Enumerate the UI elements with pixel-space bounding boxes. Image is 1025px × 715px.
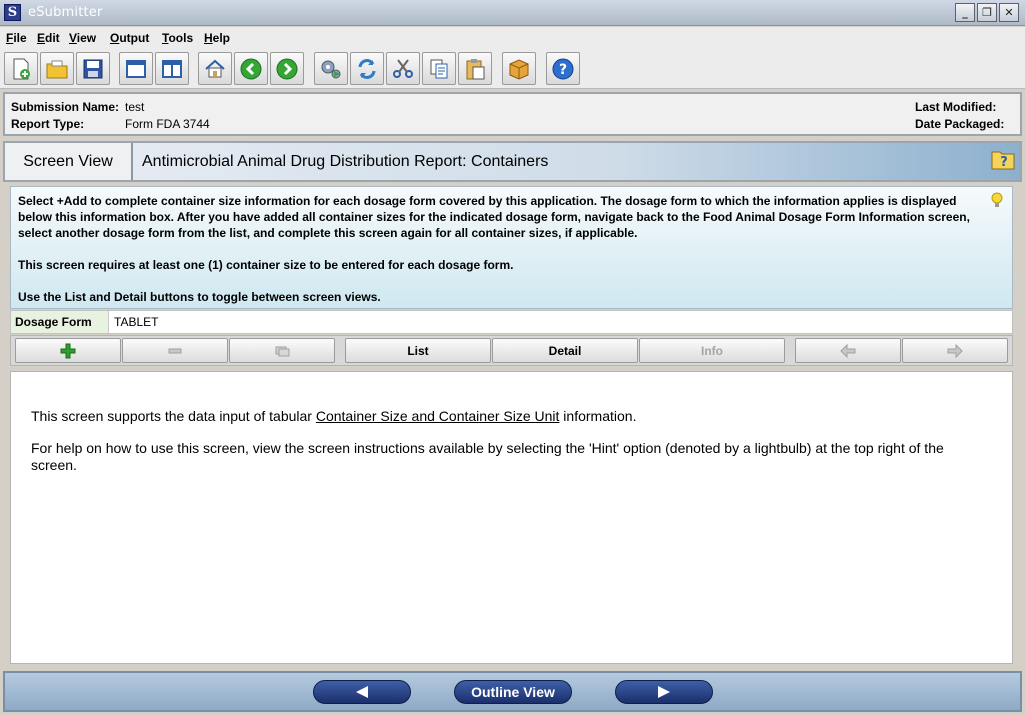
menu-output[interactable]: Output	[110, 31, 149, 45]
menu-file-rest: ile	[13, 31, 27, 45]
detail-button[interactable]: Detail	[492, 338, 638, 363]
help-icon: ?	[552, 58, 574, 79]
dosage-form-value: TABLET	[114, 315, 159, 329]
date-packaged-label: Date Packaged:	[915, 117, 1005, 131]
toolbar: ?	[0, 49, 1025, 89]
title-bar: S eSubmitter _ ❐ ✕	[0, 0, 1025, 26]
back-button[interactable]	[234, 52, 268, 85]
submission-name-label: Submission Name:	[11, 100, 120, 114]
open-folder-icon	[46, 60, 68, 78]
settings-gears-icon	[321, 60, 341, 78]
instructions-para-2: This screen requires at least one (1) co…	[18, 258, 514, 272]
back-arrow-icon	[240, 58, 262, 79]
submission-info: Submission Name: test Report Type: Form …	[3, 92, 1022, 136]
menu-help[interactable]: Help	[204, 31, 230, 45]
new-button[interactable]	[4, 52, 38, 85]
paste-icon	[466, 58, 485, 79]
close-button[interactable]: ✕	[999, 3, 1019, 22]
window-title: eSubmitter	[28, 5, 103, 20]
menu-file[interactable]: File	[6, 31, 27, 45]
hint-folder-icon[interactable]: ?	[990, 147, 1016, 171]
forward-button[interactable]	[270, 52, 304, 85]
content-line-1: This screen supports the data input of t…	[31, 408, 637, 424]
right-triangle-icon	[658, 686, 670, 698]
paste-button[interactable]	[458, 52, 492, 85]
menu-view[interactable]: View	[69, 31, 96, 45]
new-document-icon	[13, 58, 30, 79]
last-modified-label: Last Modified:	[915, 100, 997, 114]
save-button[interactable]	[76, 52, 110, 85]
forward-arrow-icon	[276, 58, 298, 79]
split-view-icon	[162, 59, 182, 78]
svg-text:?: ?	[1000, 155, 1008, 170]
report-type-value: Form FDA 3744	[125, 117, 210, 131]
split-view-button[interactable]	[155, 52, 189, 85]
right-arrow-icon	[947, 343, 963, 358]
screen-header: Screen View Antimicrobial Animal Drug Di…	[3, 141, 1022, 182]
instructions-para-1: Select +Add to complete container size i…	[18, 194, 970, 240]
plus-icon	[60, 343, 76, 358]
action-bar: List Detail Info	[10, 335, 1013, 366]
package-icon	[509, 58, 529, 80]
bottom-nav: Outline View	[3, 671, 1022, 712]
content-line-2: For help on how to use this screen, view…	[31, 440, 944, 473]
home-button[interactable]	[198, 52, 232, 85]
next-record-button[interactable]	[902, 338, 1008, 363]
container-size-link[interactable]: Container Size and Container Size Unit	[316, 408, 560, 424]
duplicate-button[interactable]	[229, 338, 335, 363]
info-button[interactable]: Info	[639, 338, 785, 363]
copy-icon	[430, 59, 448, 78]
svg-text:?: ?	[559, 62, 567, 78]
cut-icon	[393, 58, 413, 78]
screen-view-label: Screen View	[5, 143, 133, 180]
settings-button[interactable]	[314, 52, 348, 85]
next-screen-button[interactable]	[615, 680, 713, 704]
dosage-form-label: Dosage Form	[11, 311, 109, 333]
home-icon	[205, 59, 225, 77]
dosage-form-row: Dosage Form TABLET	[10, 310, 1013, 334]
app-icon: S	[4, 4, 21, 21]
window-button[interactable]	[119, 52, 153, 85]
refresh-icon	[358, 58, 376, 79]
left-triangle-icon	[356, 686, 368, 698]
submission-name-value: test	[125, 100, 145, 114]
refresh-button[interactable]	[350, 52, 384, 85]
minimize-button[interactable]: _	[955, 3, 975, 22]
copy-button[interactable]	[422, 52, 456, 85]
instructions-para-3: Use the List and Detail buttons to toggl…	[18, 290, 381, 304]
cut-button[interactable]	[386, 52, 420, 85]
menu-edit[interactable]: Edit	[37, 31, 60, 45]
lightbulb-icon[interactable]	[990, 192, 1004, 208]
package-button[interactable]	[502, 52, 536, 85]
delete-button[interactable]	[122, 338, 228, 363]
content-panel: This screen supports the data input of t…	[10, 371, 1013, 664]
add-button[interactable]	[15, 338, 121, 363]
previous-screen-button[interactable]	[313, 680, 411, 704]
menu-bar: File Edit View Output Tools Help	[0, 27, 1025, 49]
restore-button[interactable]: ❐	[977, 3, 997, 22]
list-button[interactable]: List	[345, 338, 491, 363]
minus-icon	[168, 348, 182, 353]
help-button[interactable]: ?	[546, 52, 580, 85]
open-button[interactable]	[40, 52, 74, 85]
instructions-panel: Select +Add to complete container size i…	[10, 186, 1013, 309]
report-type-label: Report Type:	[11, 117, 85, 131]
outline-view-button[interactable]: Outline View	[454, 680, 572, 704]
menu-tools[interactable]: Tools	[162, 31, 193, 45]
left-arrow-icon	[840, 343, 856, 358]
previous-record-button[interactable]	[795, 338, 901, 363]
duplicate-icon	[275, 346, 290, 356]
window-icon	[126, 59, 146, 78]
page-title: Antimicrobial Animal Drug Distribution R…	[142, 153, 549, 170]
save-icon	[83, 59, 103, 78]
